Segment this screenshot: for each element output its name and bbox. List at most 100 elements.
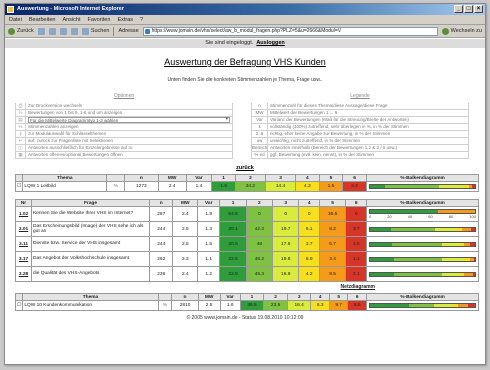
intro-text: Unten finden Sie die konkreten Stimmenza… <box>167 77 323 83</box>
mw-cell: 2.5 <box>172 221 199 237</box>
option-open-answers[interactable]: ▦ Antworten offenes/optional Bewertungen … <box>15 152 233 159</box>
bar-segment-2 <box>393 257 443 261</box>
option-filter[interactable]: ◫ Antworten ausschließlich für Einzelerge… <box>15 145 233 152</box>
ie-icon <box>7 6 14 13</box>
table-row[interactable]: 3.17 Das Angebot der Volkshochschule insg… <box>15 251 479 267</box>
bar-segment-3 <box>435 227 457 231</box>
bar-segment-6 <box>472 272 475 276</box>
option-back-list[interactable]: ↩ auf: zurück zur Fragenliste mit Selekti… <box>15 138 233 145</box>
address-input[interactable]: https://www.jomsin.de/vhs/select/aw_b_mo… <box>142 26 438 36</box>
vote-icon: ½ <box>16 110 26 116</box>
bar-segment-6 <box>468 304 475 307</box>
home-icon[interactable] <box>70 27 78 35</box>
browser-window: Auswertung - Microsoft Internet Explorer… <box>4 3 486 365</box>
questions-table: Nr Frage n MW Var 1 234 56 %-Balkendiagramm … <box>15 199 479 282</box>
table-row[interactable]: 3.28 die Qualität des VHS-Angebots 236 2.4 1… <box>15 266 479 282</box>
percent-bar-cell: 0 20 40 60 80 100 <box>366 206 479 222</box>
option-charttype: ▤ Für die Mittelwerte Diagrammtyp 1-3 wäh… <box>15 117 233 124</box>
rating-4-cell: 0 <box>298 206 320 222</box>
row-checkbox[interactable]: ☐ <box>14 181 24 192</box>
back-link[interactable]: zurück <box>236 165 254 171</box>
chart-icon: ▤ <box>16 117 26 123</box>
question-nr-link[interactable]: 3.01 <box>15 221 32 237</box>
rating-2-cell: 42.2 <box>245 221 274 237</box>
question-nr-link[interactable]: 3.28 <box>15 266 32 282</box>
back-button[interactable]: Zurück <box>8 27 34 35</box>
percent-icon[interactable]: % <box>106 181 126 192</box>
close-button[interactable]: × <box>474 5 483 13</box>
percent-bar <box>369 303 476 308</box>
option-ratings[interactable]: ½ Bewertungen von 1 bis 6, 1-6 und um anz… <box>15 110 233 117</box>
bar-segment-2 <box>391 227 436 231</box>
address-label: Adresse <box>118 28 139 34</box>
scale-tick: 60 <box>428 214 433 219</box>
bar-segment-2 <box>391 242 442 246</box>
table-row[interactable]: 3.11 Dienste bzw. Service der VHS insgesa… <box>15 236 479 252</box>
summary-table-2: Thema n MW Var 123 456 %-Balkendiagramm ☐ … <box>14 293 479 311</box>
rating-5-cell: 35.5 <box>318 206 347 222</box>
scale-tick: 20 <box>387 214 392 219</box>
title-bar: Auswertung - Microsoft Internet Explorer… <box>5 4 485 15</box>
menu-favoriten[interactable]: Favoriten <box>88 15 111 24</box>
mw-cell: 2.4 <box>172 206 199 222</box>
bar-segment-3 <box>439 185 463 188</box>
search-button[interactable]: Suchen <box>81 27 109 35</box>
arrow-icon: ↩ <box>16 138 26 144</box>
rating-3-cell: 19.8 <box>272 251 300 267</box>
charttype-select[interactable]: Für die Mittelwerte Diagrammtyp 1-3 wähl… <box>28 117 230 123</box>
legend-panel: Legende n Stimmenzahl für dieses Thema/di… <box>251 93 469 159</box>
rating-6-cell: 3.7 <box>345 221 367 237</box>
percent-bar-cell <box>366 236 479 252</box>
option-print[interactable]: ⎙ Zur Druckversion wechseln <box>15 103 233 110</box>
rating-2-cell: 45.3 <box>245 266 274 282</box>
percent-bar <box>369 226 476 232</box>
go-button[interactable]: Wechseln zu <box>441 27 482 35</box>
refresh-icon[interactable] <box>59 27 67 35</box>
option-votes[interactable]: % Stimmenzahlen anzeigen <box>15 124 233 131</box>
legend-row: % ed ggf. Bewertung (evtl. kein, nennt), … <box>251 152 469 159</box>
table-row[interactable]: ☐ LQW 1 Leitbild % 1273 2.4 1.4 1.9 34.2 14.… <box>14 181 479 192</box>
logout-link[interactable]: Ausloggen <box>256 40 284 46</box>
menu-help[interactable]: ? <box>140 15 143 24</box>
table-row[interactable]: 1.02 Kennen Sie die Website Ihrer VHS im … <box>15 206 479 222</box>
table-row[interactable]: ☐ LQW 10 Kundenkommunikation % 2810 2.5 1.… <box>14 300 479 311</box>
question-nr-link[interactable]: 3.11 <box>15 236 32 252</box>
netzdiagramm-link[interactable]: Netzdiagramm <box>5 284 375 290</box>
rating-5-cell: 8.2 <box>318 221 347 237</box>
menu-bearbeiten[interactable]: Bearbeiten <box>29 15 56 24</box>
rating-1-cell: 20.1 <box>219 221 247 237</box>
bar-segment-3 <box>441 272 460 276</box>
var-cell: 1.3 <box>197 221 221 237</box>
option-modules[interactable]: ⚷ zur Modulauswahl für Schlüsselthemen <box>15 131 233 138</box>
legend-row: Bereich Antworten innerhalb (Bereich der … <box>251 145 469 152</box>
legend-row: uw unwichtig, nicht zutreffend, in % der … <box>251 138 469 145</box>
rating-4-cell: 6.1 <box>298 221 320 237</box>
forward-icon[interactable] <box>37 27 45 35</box>
bar-segment-1 <box>370 242 392 246</box>
rating-6-cell: 1.1 <box>345 251 367 267</box>
row-checkbox[interactable]: ☐ <box>14 300 24 311</box>
scale-tick: 0 <box>369 214 372 219</box>
percent-bar-cell <box>366 251 479 267</box>
question-nr-link[interactable]: 1.02 <box>15 206 32 222</box>
minimize-button[interactable]: _ <box>454 5 463 13</box>
bar-segment-1 <box>370 210 438 213</box>
table-row[interactable]: 3.01 Das Erscheinungsbild (Image) der VHS… <box>15 221 479 237</box>
maximize-button[interactable]: □ <box>464 5 473 13</box>
menu-ansicht[interactable]: Ansicht <box>62 15 80 24</box>
n-cell: 287 <box>148 206 174 222</box>
var-cell: 1.2 <box>197 266 221 282</box>
footer-text: © 2005 www.jomsin.de - Status 19.08.2010… <box>186 315 304 321</box>
menu-datei[interactable]: Datei <box>9 15 22 24</box>
menu-extras[interactable]: Extras <box>117 15 133 24</box>
n-cell: 244 <box>148 221 174 237</box>
rating-1-cell: 22.9 <box>219 266 247 282</box>
page-title: Auswertung der Befragung VHS Kunden <box>164 57 326 67</box>
question-nr-link[interactable]: 3.17 <box>15 251 32 267</box>
n-cell: 262 <box>148 251 174 267</box>
rating-6-cell: 2.1 <box>345 266 367 282</box>
summary-table-1: Thema n MW Var 123 456 %-Balkendiagramm ☐ … <box>14 174 479 192</box>
stop-icon[interactable] <box>48 27 56 35</box>
bar-segment-6 <box>471 227 475 231</box>
percent-icon[interactable]: % <box>157 300 173 311</box>
